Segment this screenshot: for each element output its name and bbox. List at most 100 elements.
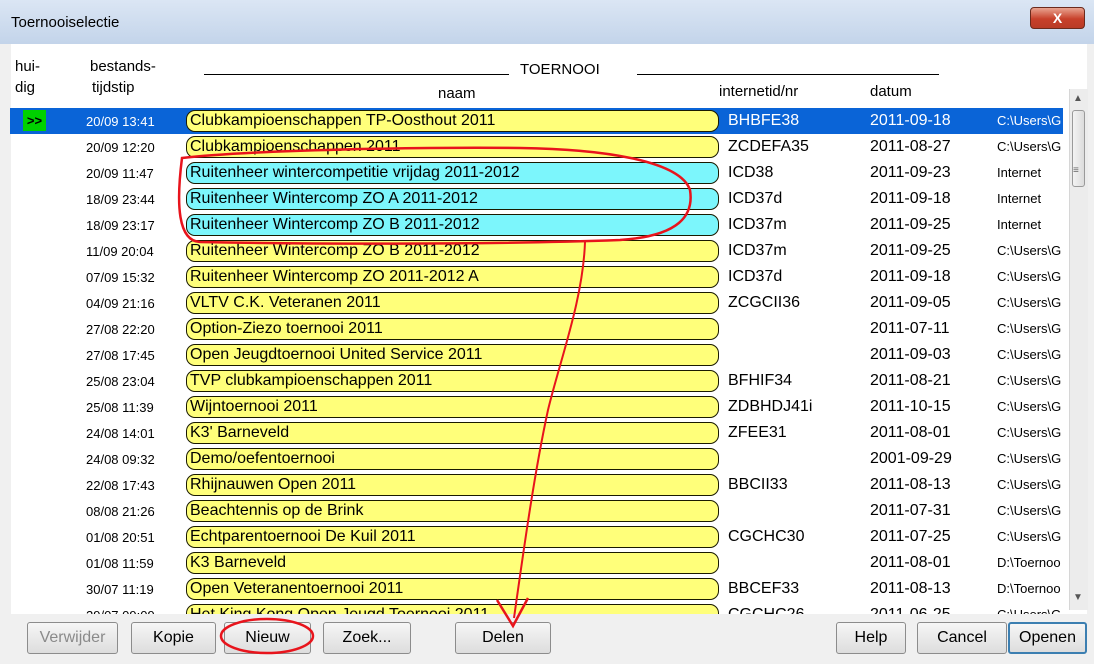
column-group-header: TOERNOOI [520, 61, 600, 78]
file-path: C:\Users\G [997, 243, 1062, 258]
table-row[interactable]: 20/09 11:47 Ruitenheer wintercompetitie v… [10, 160, 1063, 186]
search-button[interactable]: Zoek... [323, 622, 411, 654]
tournament-date: 2011-10-15 [870, 398, 951, 415]
table-row[interactable]: 27/08 17:45 Open Jeugdtoernooi United Ser… [10, 342, 1063, 368]
table-row[interactable]: 04/09 21:16 VLTV C.K. Veteranen 2011 ZCGCI… [10, 290, 1063, 316]
tournament-name: Ruitenheer wintercompetitie vrijdag 2011… [186, 162, 719, 184]
table-row[interactable]: >> 20/09 13:41 Clubkampioenschappen TP-Oos… [10, 108, 1063, 134]
tournament-name: K3 Barneveld [186, 552, 719, 574]
tournament-date: 2011-09-23 [870, 164, 951, 181]
tournament-date: 2011-08-13 [870, 476, 951, 493]
file-path: C:\Users\G [997, 399, 1062, 414]
internet-id: CGCHC30 [728, 528, 805, 545]
tournament-name: VLTV C.K. Veteranen 2011 [186, 292, 719, 314]
button-bar: Verwijder Kopie Nieuw Zoek... Delen Help… [0, 614, 1094, 664]
file-path: C:\Users\G [997, 347, 1062, 362]
table-row[interactable]: 01/08 11:59 K3 Barneveld 2011-08-01 D:\Toer… [10, 550, 1063, 576]
tournament-name: Clubkampioenschappen TP-Oosthout 2011 [186, 110, 719, 132]
help-button[interactable]: Help [836, 622, 906, 654]
file-path: D:\Toernoo [997, 555, 1061, 570]
table-row[interactable]: 20/09 12:20 Clubkampioenschappen 2011 ZCDE… [10, 134, 1063, 160]
file-timestamp: 04/09 21:16 [86, 296, 155, 311]
file-timestamp: 22/08 17:43 [86, 478, 155, 493]
file-path: C:\Users\G [997, 529, 1062, 544]
internet-id: ICD37d [728, 190, 783, 207]
header-rule-right [637, 74, 939, 75]
tournament-date: 2011-08-01 [870, 554, 951, 571]
file-timestamp: 27/08 17:45 [86, 348, 155, 363]
table-row[interactable]: 08/08 21:26 Beachtennis op de Brink 2011-0… [10, 498, 1063, 524]
tournament-name: Wijntoernooi 2011 [186, 396, 719, 418]
table-row[interactable]: 30/07 11:19 Open Veteranentoernooi 2011 BB… [10, 576, 1063, 602]
table-row[interactable]: 27/08 22:20 Option-Ziezo toernooi 2011 201… [10, 316, 1063, 342]
file-timestamp: 01/08 20:51 [86, 530, 155, 545]
open-button[interactable]: Openen [1008, 622, 1087, 654]
window-title: Toernooiselectie [11, 14, 120, 31]
internet-id: ZCDEFA35 [728, 138, 809, 155]
table-row[interactable]: 24/08 14:01 K3' Barneveld ZFEE31 2011-08-01… [10, 420, 1063, 446]
tournament-date: 2011-07-31 [870, 502, 951, 519]
scroll-down-arrow-icon[interactable]: ▼ [1073, 592, 1083, 603]
internet-id: ICD37m [728, 216, 787, 233]
table-row[interactable]: 11/09 20:04 Ruitenheer Wintercomp ZO B 20… [10, 238, 1063, 264]
close-button[interactable]: X [1030, 7, 1085, 29]
tournament-name: Echtparentoernooi De Kuil 2011 [186, 526, 719, 548]
file-timestamp: 20/09 12:20 [86, 140, 155, 155]
close-icon: X [1052, 10, 1063, 26]
internet-id: BBCEF33 [728, 580, 800, 597]
tournament-date: 2011-08-01 [870, 424, 951, 441]
column-header-internet-id: internetid/nr [719, 83, 799, 100]
tournament-name: Ruitenheer Wintercomp ZO 2011-2012 A [186, 266, 719, 288]
tournament-date: 2011-09-25 [870, 242, 951, 259]
tournament-name: Open Jeugdtoernooi United Service 2011 [186, 344, 719, 366]
file-path: C:\Users\G [997, 295, 1062, 310]
file-timestamp: 25/08 11:39 [86, 400, 154, 415]
table-row[interactable]: 18/09 23:17 Ruitenheer Wintercomp ZO B 20… [10, 212, 1063, 238]
tournament-name: Open Veteranentoernooi 2011 [186, 578, 719, 600]
table-row[interactable]: 22/08 17:43 Rhijnauwen Open 2011 BBCII33 20… [10, 472, 1063, 498]
internet-id: BBCII33 [728, 476, 788, 493]
file-path: Internet [997, 217, 1042, 232]
share-button[interactable]: Delen [455, 622, 551, 654]
file-path: C:\Users\G [997, 373, 1062, 388]
tournament-date: 2011-08-27 [870, 138, 951, 155]
current-marker: >> [23, 110, 46, 131]
tournament-name: Ruitenheer Wintercomp ZO B 2011-2012 [186, 240, 719, 262]
internet-id: ICD37m [728, 242, 787, 259]
copy-button[interactable]: Kopie [131, 622, 216, 654]
scroll-up-arrow-icon[interactable]: ▲ [1073, 93, 1083, 104]
table-row[interactable]: 18/09 23:44 Ruitenheer Wintercomp ZO A 20… [10, 186, 1063, 212]
tournament-date: 2011-07-11 [870, 320, 950, 337]
table-row[interactable]: 25/08 11:39 Wijntoernooi 2011 ZDBHDJ41i 201… [10, 394, 1063, 420]
table-row[interactable]: 25/08 23:04 TVP clubkampioenschappen 2011… [10, 368, 1063, 394]
file-timestamp: 18/09 23:17 [86, 218, 155, 233]
file-path: Internet [997, 165, 1042, 180]
cancel-button[interactable]: Cancel [917, 622, 1007, 654]
file-path: C:\Users\G [997, 451, 1062, 466]
tournament-selection-window: Toernooiselectie X hui- dig bestands- ti… [0, 0, 1094, 664]
tournament-date: 2011-09-18 [870, 268, 951, 285]
file-path: C:\Users\G [997, 113, 1062, 128]
column-header-date: datum [870, 83, 912, 100]
tournament-name: K3' Barneveld [186, 422, 719, 444]
table-row[interactable]: 07/09 15:32 Ruitenheer Wintercomp ZO 2011… [10, 264, 1063, 290]
internet-id: ZCGCII36 [728, 294, 801, 311]
table-row[interactable]: 01/08 20:51 Echtparentoernooi De Kuil 201… [10, 524, 1063, 550]
column-header-timestamp-1: bestands- [90, 58, 156, 75]
delete-button[interactable]: Verwijder [27, 622, 118, 654]
tournament-name: Clubkampioenschappen 2011 [186, 136, 719, 158]
tournament-date: 2011-07-25 [870, 528, 951, 545]
vertical-scrollbar[interactable]: ▲ ≡ ▼ [1069, 89, 1088, 610]
internet-id: BHBFE38 [728, 112, 800, 129]
tournament-name: Rhijnauwen Open 2011 [186, 474, 719, 496]
table-row[interactable]: 24/08 09:32 Demo/oefentoernooi 2001-09-29 C… [10, 446, 1063, 472]
tournament-date: 2011-09-25 [870, 216, 951, 233]
tournament-date: 2011-09-18 [870, 112, 951, 129]
tournament-date: 2011-09-18 [870, 190, 951, 207]
tournament-date: 2011-08-13 [870, 580, 951, 597]
file-path: Internet [997, 191, 1042, 206]
new-button[interactable]: Nieuw [224, 622, 311, 654]
file-path: C:\Users\G [997, 139, 1062, 154]
tournament-name: Demo/oefentoernooi [186, 448, 719, 470]
file-timestamp: 24/08 09:32 [86, 452, 155, 467]
